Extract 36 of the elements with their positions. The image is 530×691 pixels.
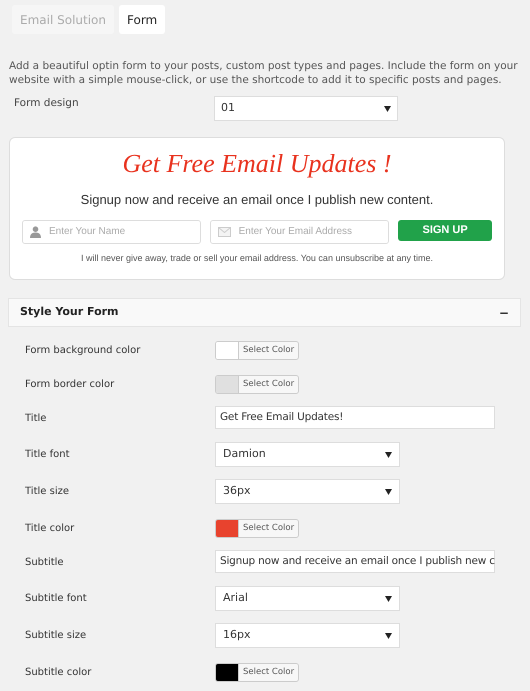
select-field[interactable]: 36px <box>215 479 400 504</box>
color-picker-button[interactable]: Select Color <box>215 519 300 538</box>
preview-subtitle: Signup now and receive an email once I publish new content. <box>80 191 434 209</box>
caret-icon <box>385 488 392 494</box>
select-field[interactable]: Arial <box>215 586 400 611</box>
field-label: Title <box>25 412 48 426</box>
field-label: Form border color <box>25 378 116 392</box>
field-label: Form background color <box>25 344 142 358</box>
caret-icon <box>385 596 392 602</box>
color-picker-button[interactable]: Select Color <box>215 663 300 682</box>
caret-icon <box>385 632 392 638</box>
section-header[interactable]: Style Your Form − <box>8 298 521 327</box>
color-picker-button[interactable]: Select Color <box>215 375 300 394</box>
field-label: Subtitle size <box>25 629 88 643</box>
caret-icon <box>385 452 392 458</box>
field-label: Form design <box>14 96 80 111</box>
field-label: Title font <box>25 448 71 462</box>
person-icon <box>30 226 41 238</box>
collapse-toggle[interactable]: − <box>498 304 509 322</box>
disclaimer-text: I will never give away, trade or sell your email address. You can unsubscribe at any time. <box>80 252 433 265</box>
field-label: Title color <box>25 522 76 536</box>
field-label: Subtitle color <box>25 666 92 680</box>
field-label: Title size <box>25 485 70 499</box>
select-field[interactable]: 16px <box>215 623 400 648</box>
tab[interactable]: Form <box>119 5 166 34</box>
form-design-select[interactable]: 01 <box>214 96 398 121</box>
intro-text: Add a beautiful optin form to your posts, custom post types and pages. Include the form on your website with a simple mouse-click, or use the shortcode to add it to specific posts and pages. <box>9 59 519 87</box>
text-field[interactable]: Get Free Email Updates! <box>215 406 495 429</box>
preview-title: Get Free Email Updates ! <box>122 148 392 180</box>
field-label: Subtitle <box>25 556 65 570</box>
color-picker-button[interactable]: Select Color <box>215 341 300 360</box>
caret-icon <box>384 106 391 112</box>
select-field[interactable]: Damion <box>215 442 400 467</box>
field-label: Subtitle font <box>25 592 88 606</box>
envelope-icon <box>218 226 231 236</box>
text-field[interactable]: Signup now and receive an email once I publish new c <box>215 550 495 573</box>
